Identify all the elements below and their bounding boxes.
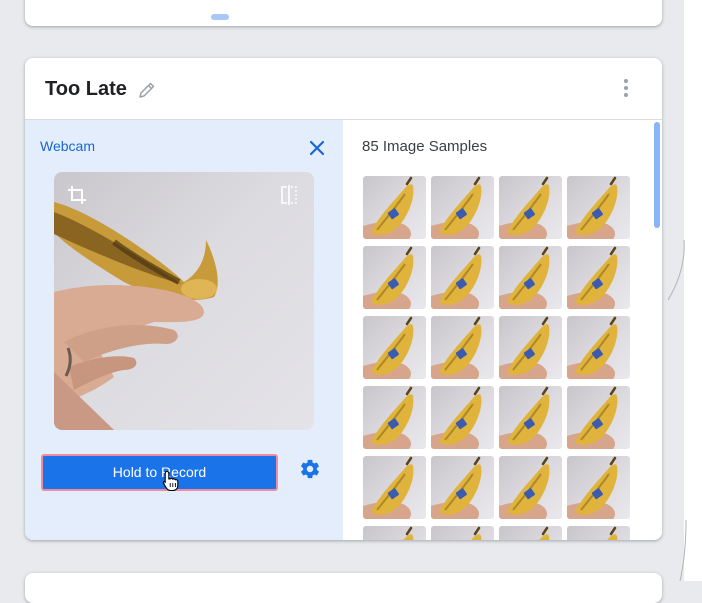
sample-thumbnail[interactable] bbox=[567, 316, 630, 379]
sample-thumbnail[interactable] bbox=[499, 456, 562, 519]
next-class-card bbox=[25, 573, 662, 603]
samples-count-label: 85 Image Samples bbox=[362, 138, 488, 155]
crop-icon[interactable] bbox=[66, 184, 88, 211]
sample-thumbnail[interactable] bbox=[567, 456, 630, 519]
sample-thumbnail[interactable] bbox=[431, 526, 494, 540]
sample-thumbnail[interactable] bbox=[499, 526, 562, 540]
webcam-label: Webcam bbox=[40, 138, 95, 154]
kebab-menu-icon[interactable] bbox=[622, 78, 630, 103]
webcam-panel: Webcam Hold to Record bbox=[25, 120, 343, 540]
sample-thumbnail[interactable] bbox=[567, 386, 630, 449]
sample-thumbnail[interactable] bbox=[363, 176, 426, 239]
sample-thumbnail[interactable] bbox=[363, 316, 426, 379]
sample-thumbnail[interactable] bbox=[363, 386, 426, 449]
sample-thumbnail[interactable] bbox=[499, 386, 562, 449]
sample-thumbnail[interactable] bbox=[567, 176, 630, 239]
sample-thumbnail[interactable] bbox=[431, 316, 494, 379]
sample-thumbnail[interactable] bbox=[363, 526, 426, 540]
gear-icon[interactable] bbox=[299, 458, 321, 485]
webcam-preview bbox=[54, 172, 314, 430]
expand-handle[interactable] bbox=[211, 14, 229, 20]
sample-grid bbox=[363, 176, 631, 540]
samples-panel: 85 Image Samples bbox=[343, 120, 662, 540]
hold-to-record-button[interactable]: Hold to Record bbox=[41, 454, 278, 491]
sample-thumbnail[interactable] bbox=[363, 246, 426, 309]
pencil-icon[interactable] bbox=[137, 80, 157, 105]
webcam-feed-image bbox=[54, 202, 218, 430]
close-icon[interactable] bbox=[307, 138, 327, 163]
sample-thumbnail[interactable] bbox=[567, 246, 630, 309]
class-card: Too Late Webcam Hold to Record 85 Image … bbox=[25, 58, 662, 540]
class-name[interactable]: Too Late bbox=[45, 78, 127, 101]
hand-pointer-icon bbox=[162, 470, 180, 497]
sample-thumbnail[interactable] bbox=[431, 386, 494, 449]
sample-thumbnail[interactable] bbox=[499, 176, 562, 239]
sample-thumbnail[interactable] bbox=[363, 456, 426, 519]
flip-icon[interactable] bbox=[278, 184, 300, 211]
previous-class-card bbox=[25, 0, 662, 26]
sample-thumbnail[interactable] bbox=[499, 246, 562, 309]
scrollbar-thumb[interactable] bbox=[654, 122, 660, 228]
class-header: Too Late bbox=[25, 58, 662, 120]
sample-thumbnail[interactable] bbox=[431, 246, 494, 309]
sample-thumbnail[interactable] bbox=[567, 526, 630, 540]
sample-thumbnail[interactable] bbox=[431, 456, 494, 519]
sample-thumbnail[interactable] bbox=[499, 316, 562, 379]
sample-thumbnail[interactable] bbox=[431, 176, 494, 239]
